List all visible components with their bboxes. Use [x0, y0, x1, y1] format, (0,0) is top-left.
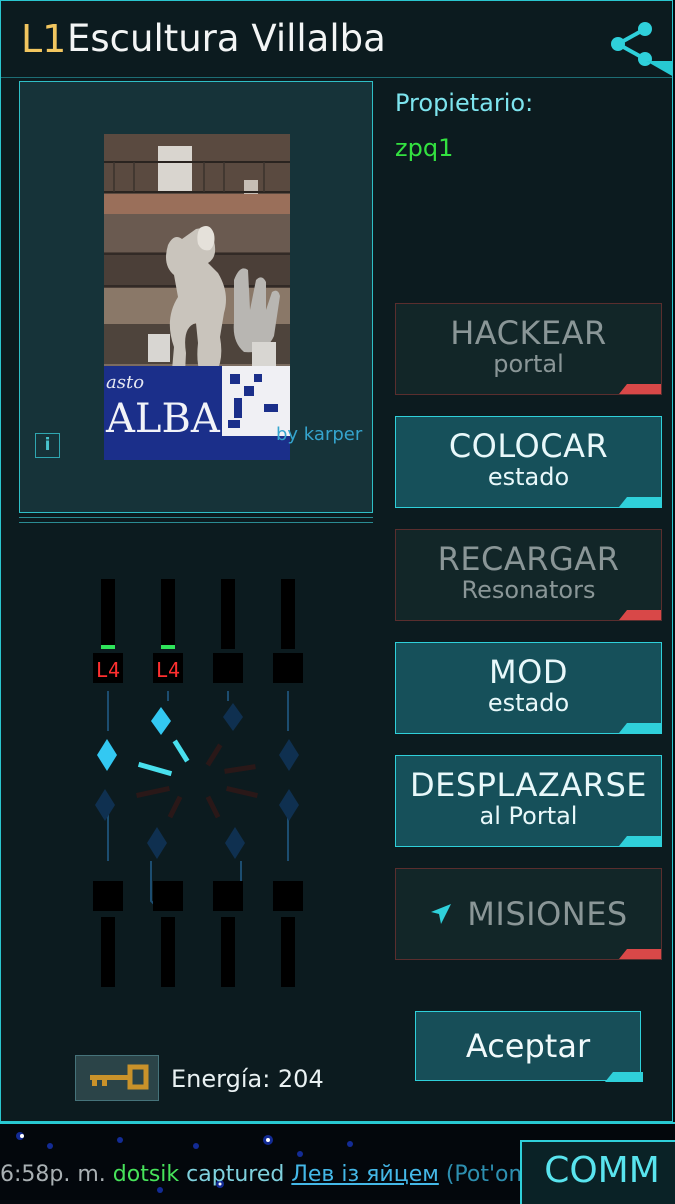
portal-details-panel: L1 Escultura Villalba asto ALBA i by kar… — [0, 0, 673, 1122]
resonator-top-bars — [101, 579, 295, 649]
resonator-slot — [225, 827, 245, 859]
hack-button[interactable]: HACKEAR portal — [395, 303, 662, 395]
comm-tab[interactable]: COMM — [520, 1140, 675, 1204]
resonator-level-box — [273, 881, 303, 911]
deploy-button-sublabel: estado — [487, 463, 570, 491]
photo-credit: by karper — [276, 424, 363, 445]
deploy-button-label: COLOCAR — [448, 427, 609, 465]
resonator-level-box — [213, 653, 243, 683]
mission-arrow-icon — [431, 904, 452, 924]
resonator-level-box — [93, 881, 123, 911]
resonator-level-box — [213, 881, 243, 911]
photo-sign-text: ALBA — [105, 396, 221, 442]
button-corner-decoration — [619, 836, 661, 846]
navigate-to-portal-button[interactable]: DESPLAZARSE al Portal — [395, 755, 662, 847]
info-icon[interactable]: i — [35, 433, 60, 458]
resonator-bar — [161, 917, 175, 987]
resonator-level-label: L4 — [96, 658, 120, 682]
comm-message[interactable]: 6:58p. m. dotsik captured Лев із яйцем (… — [0, 1162, 559, 1194]
missions-button[interactable]: MISIONES — [395, 868, 662, 960]
photo-sign-top-text: asto — [106, 372, 144, 393]
key-icon — [90, 1064, 149, 1090]
resonator-charge — [161, 645, 175, 649]
resonator-level-box — [273, 653, 303, 683]
deploy-button[interactable]: COLOCAR estado — [395, 416, 662, 508]
title-bar: L1 Escultura Villalba — [1, 1, 672, 78]
mod-button[interactable]: MOD estado — [395, 642, 662, 734]
portal-level: L1 — [21, 17, 67, 61]
resonator-bar — [221, 579, 235, 649]
photo-underline-divider — [19, 517, 373, 523]
owner-name[interactable]: zpq1 — [395, 134, 453, 162]
button-corner-decoration — [619, 384, 661, 394]
resonator-slot — [151, 707, 171, 735]
hack-button-label: HACKEAR — [450, 314, 607, 352]
portal-photo-frame[interactable]: asto ALBA i by karper — [19, 81, 373, 513]
portal-key-button[interactable] — [75, 1055, 159, 1101]
mod-button-sublabel: estado — [487, 689, 570, 717]
accept-button[interactable]: Aceptar — [415, 1011, 641, 1081]
button-corner-decoration — [619, 723, 661, 733]
portal-photo[interactable]: asto ALBA — [104, 134, 290, 460]
button-corner-decoration — [619, 497, 661, 507]
resonator-slot — [95, 789, 115, 821]
hack-button-sublabel: portal — [493, 350, 564, 378]
resonator-slot — [223, 703, 243, 731]
recharge-button-label: RECARGAR — [437, 540, 620, 578]
resonator-slot — [279, 739, 299, 771]
resonator-level-label: L4 — [156, 658, 180, 682]
resonator-slot — [279, 789, 299, 821]
portal-name: Escultura Villalba — [67, 17, 386, 60]
resonator-bar — [101, 579, 115, 649]
resonator-bar — [221, 917, 235, 987]
resonator-slot — [97, 739, 117, 771]
resonator-diagram: L4 L4 — [93, 579, 303, 987]
recharge-button-sublabel: Resonators — [461, 576, 596, 604]
resonator-slot — [147, 827, 167, 859]
comm-time: 6:58p. m. — [0, 1162, 106, 1187]
resonator-charge — [101, 645, 115, 649]
resonator-bar — [281, 579, 295, 649]
resonator-bar — [281, 917, 295, 987]
resonator-slots — [95, 703, 299, 859]
comm-portal-link[interactable]: Лев із яйцем — [291, 1162, 438, 1187]
title-corner-decoration — [646, 61, 672, 76]
navigate-button-label: DESPLAZARSE — [410, 766, 647, 804]
button-corner-decoration — [619, 610, 661, 620]
missions-button-label: MISIONES — [467, 895, 628, 933]
energy-readout: Energía: 204 — [171, 1065, 324, 1093]
recharge-button[interactable]: RECARGAR Resonators — [395, 529, 662, 621]
navigate-button-sublabel: al Portal — [479, 802, 578, 830]
button-corner-decoration — [619, 949, 661, 959]
comm-verb: captured — [186, 1162, 285, 1187]
mod-button-label: MOD — [489, 653, 568, 691]
resonator-level-box — [153, 881, 183, 911]
resonator-bar — [101, 917, 115, 987]
resonator-bar — [161, 579, 175, 649]
comm-player[interactable]: dotsik — [113, 1162, 179, 1187]
owner-label: Propietario: — [395, 89, 534, 117]
button-corner-decoration — [605, 1072, 643, 1082]
